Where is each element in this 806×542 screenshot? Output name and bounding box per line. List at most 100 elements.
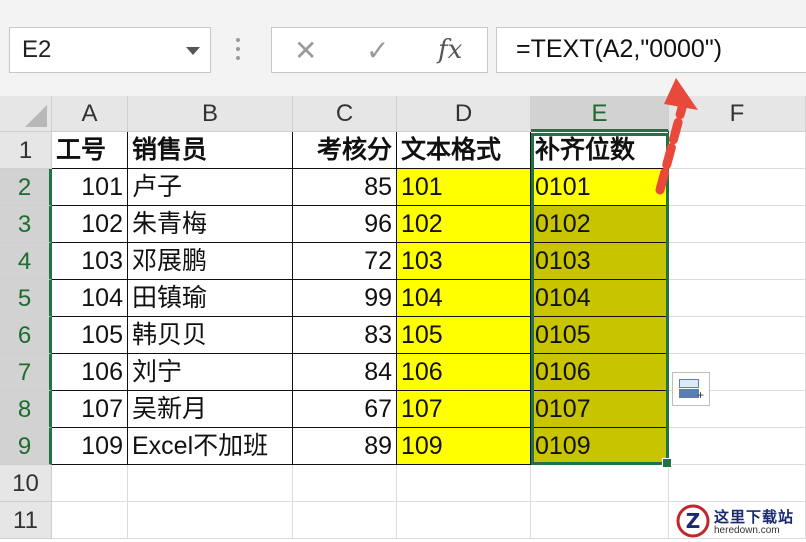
column-header-c[interactable]: C [293, 96, 397, 132]
cell-c6[interactable]: 83 [293, 317, 397, 354]
cell-f4[interactable] [669, 243, 806, 280]
cell-b1[interactable]: 销售员 [128, 132, 293, 169]
cell-e5[interactable]: 0104 [531, 280, 669, 317]
column-header-a[interactable]: A [52, 96, 128, 132]
row-header-9[interactable]: 9 [0, 428, 52, 465]
cell-d9[interactable]: 109 [397, 428, 531, 465]
row-header-3[interactable]: 3 [0, 206, 52, 243]
cell-d1[interactable]: 文本格式 [397, 132, 531, 169]
cell-c4[interactable]: 72 [293, 243, 397, 280]
cell-a8[interactable]: 107 [52, 391, 128, 428]
cell-e7[interactable]: 0106 [531, 354, 669, 391]
row-header-4[interactable]: 4 [0, 243, 52, 280]
cell-a10[interactable] [52, 465, 128, 502]
cell-a6[interactable]: 105 [52, 317, 128, 354]
cell-f9[interactable] [669, 428, 806, 465]
cell-b8[interactable]: 吴新月 [128, 391, 293, 428]
select-all-button[interactable] [0, 96, 52, 132]
cell-d3[interactable]: 102 [397, 206, 531, 243]
formula-input[interactable]: =TEXT(A2,"0000") [496, 27, 806, 73]
quick-analysis-icon[interactable]: + [672, 372, 710, 406]
cell-c5[interactable]: 99 [293, 280, 397, 317]
cell-a11[interactable] [52, 502, 128, 539]
column-header-e[interactable]: E [531, 96, 669, 132]
column-header-f[interactable]: F [669, 96, 806, 132]
cell-e10[interactable] [531, 465, 669, 502]
cell-c1[interactable]: 考核分 [293, 132, 397, 169]
row-header-8[interactable]: 8 [0, 391, 52, 428]
cell-f3[interactable] [669, 206, 806, 243]
cell-d5[interactable]: 104 [397, 280, 531, 317]
watermark-title: 这里下载站 [714, 508, 795, 526]
cell-c2[interactable]: 85 [293, 169, 397, 206]
cell-a4[interactable]: 103 [52, 243, 128, 280]
cell-e4[interactable]: 0103 [531, 243, 669, 280]
cancel-icon[interactable]: ✕ [294, 34, 317, 67]
formula-text: =TEXT(A2,"0000") [516, 35, 723, 63]
cell-d4[interactable]: 103 [397, 243, 531, 280]
cell-f1[interactable] [669, 132, 806, 169]
watermark-site: heredown.com [714, 525, 780, 536]
cell-d10[interactable] [397, 465, 531, 502]
cell-c8[interactable]: 67 [293, 391, 397, 428]
cell-a2[interactable]: 101 [52, 169, 128, 206]
row-header-2[interactable]: 2 [0, 169, 52, 206]
cell-b6[interactable]: 韩贝贝 [128, 317, 293, 354]
cell-e3[interactable]: 0102 [531, 206, 669, 243]
select-all-icon [25, 105, 47, 127]
drag-handle-icon[interactable] [236, 38, 240, 62]
cell-b11[interactable] [128, 502, 293, 539]
chevron-down-icon[interactable] [186, 47, 200, 55]
cell-e2[interactable]: 0101 [531, 169, 669, 206]
cell-d11[interactable] [397, 502, 531, 539]
watermark-logo-icon: Z [676, 504, 710, 538]
cell-a3[interactable]: 102 [52, 206, 128, 243]
cell-d8[interactable]: 107 [397, 391, 531, 428]
cell-b10[interactable] [128, 465, 293, 502]
cell-b2[interactable]: 卢子 [128, 169, 293, 206]
row-header-11[interactable]: 11 [0, 502, 52, 539]
name-box[interactable]: E2 [9, 27, 211, 73]
cell-c7[interactable]: 84 [293, 354, 397, 391]
cell-a5[interactable]: 104 [52, 280, 128, 317]
cell-f10[interactable] [669, 465, 806, 502]
column-header-d[interactable]: D [397, 96, 531, 132]
worksheet-grid: A B C D E F 1 工号 销售员 考核分 文本格式 补齐位数 2 101 卢子 85 101 0101 3 1… [0, 96, 806, 542]
cell-d7[interactable]: 106 [397, 354, 531, 391]
name-box-value: E2 [22, 36, 52, 63]
cell-c11[interactable] [293, 502, 397, 539]
cell-d6[interactable]: 105 [397, 317, 531, 354]
row-header-6[interactable]: 6 [0, 317, 52, 354]
cell-b9[interactable]: Excel不加班 [128, 428, 293, 465]
row-header-5[interactable]: 5 [0, 280, 52, 317]
cell-b3[interactable]: 朱青梅 [128, 206, 293, 243]
formula-buttons: ✕ ✓ fx [271, 27, 488, 73]
fx-icon[interactable]: fx [438, 35, 462, 65]
cell-d2[interactable]: 101 [397, 169, 531, 206]
formula-bar-area: E2 ✕ ✓ fx =TEXT(A2,"0000") [0, 0, 806, 97]
cell-a9[interactable]: 109 [52, 428, 128, 465]
cell-c10[interactable] [293, 465, 397, 502]
cell-a7[interactable]: 106 [52, 354, 128, 391]
cell-e8[interactable]: 0107 [531, 391, 669, 428]
cell-e9[interactable]: 0109 [531, 428, 669, 465]
cell-e1[interactable]: 补齐位数 [531, 132, 669, 169]
cell-e6[interactable]: 0105 [531, 317, 669, 354]
row-header-1[interactable]: 1 [0, 132, 52, 169]
cell-a1[interactable]: 工号 [52, 132, 128, 169]
column-header-b[interactable]: B [128, 96, 293, 132]
cell-c3[interactable]: 96 [293, 206, 397, 243]
watermark: Z 这里下载站 heredown.com [672, 498, 806, 542]
row-header-10[interactable]: 10 [0, 465, 52, 502]
cell-b4[interactable]: 邓展鹏 [128, 243, 293, 280]
cell-f6[interactable] [669, 317, 806, 354]
cell-c9[interactable]: 89 [293, 428, 397, 465]
cell-b7[interactable]: 刘宁 [128, 354, 293, 391]
cell-f5[interactable] [669, 280, 806, 317]
enter-icon[interactable]: ✓ [366, 34, 389, 67]
cell-f2[interactable] [669, 169, 806, 206]
cell-b5[interactable]: 田镇瑜 [128, 280, 293, 317]
svg-text:Z: Z [686, 509, 701, 533]
row-header-7[interactable]: 7 [0, 354, 52, 391]
cell-e11[interactable] [531, 502, 669, 539]
